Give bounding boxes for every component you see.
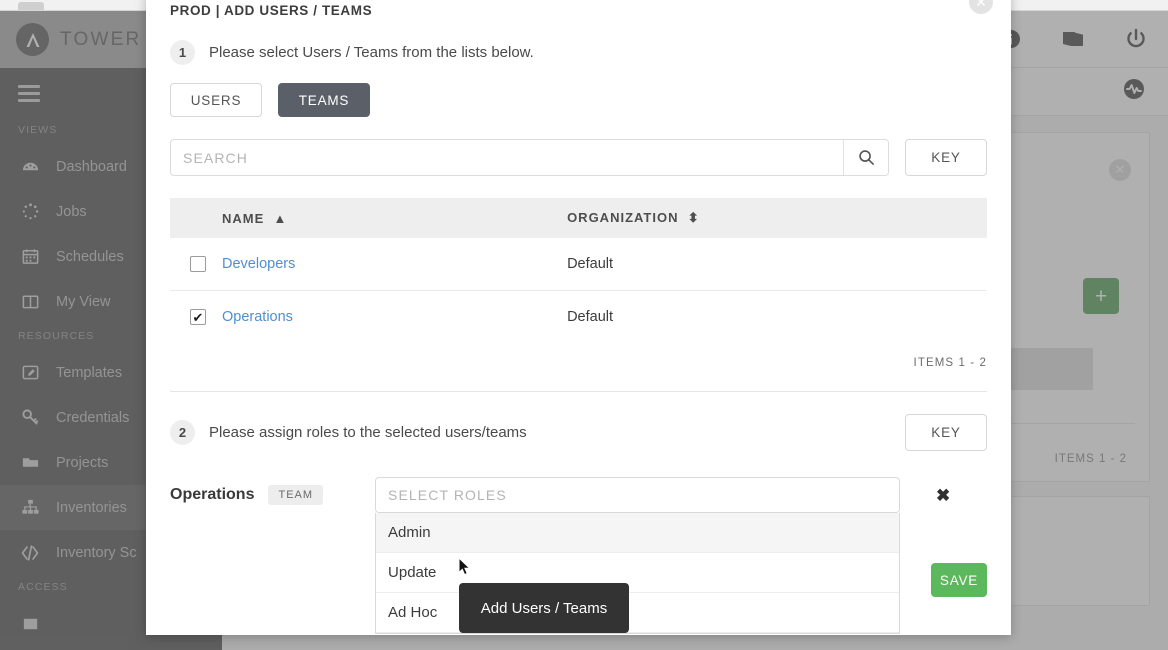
role-assignment-row: Operations TEAM Admin Update Ad Hoc ✖ bbox=[170, 467, 987, 634]
column-header-name-label: NAME bbox=[222, 210, 265, 226]
teams-table: NAME ▲ ORGANIZATION ⬍ Developers Default… bbox=[170, 198, 987, 343]
modal-title: PROD | ADD USERS / TEAMS bbox=[170, 3, 373, 18]
team-link[interactable]: Operations bbox=[222, 309, 293, 325]
step-1-row: 1 Please select Users / Teams from the l… bbox=[170, 18, 987, 83]
step-2-left: 2 Please assign roles to the selected us… bbox=[170, 420, 527, 445]
row-checkbox[interactable] bbox=[190, 309, 206, 325]
search-magnifier-icon[interactable] bbox=[843, 140, 888, 175]
caret-up-icon: ▲ bbox=[268, 210, 288, 226]
roles-option-ad-hoc[interactable]: Ad Hoc bbox=[376, 593, 900, 633]
row-checkbox[interactable] bbox=[190, 256, 206, 272]
column-header-organization-label: ORGANIZATION bbox=[567, 210, 679, 225]
tab-teams[interactable]: TEAMS bbox=[278, 83, 370, 117]
column-header-name[interactable]: NAME ▲ bbox=[170, 198, 568, 238]
step-2-row: 2 Please assign roles to the selected us… bbox=[170, 392, 987, 467]
roles-select-input[interactable] bbox=[375, 477, 901, 513]
row-organization-cell: Default bbox=[567, 309, 614, 325]
row-organization-cell: Default bbox=[567, 238, 987, 291]
step-2-badge: 2 bbox=[170, 420, 195, 445]
table-row[interactable]: Operations Default bbox=[170, 291, 987, 344]
row-name-cell: Operations bbox=[170, 291, 567, 344]
roles-key-button[interactable]: KEY bbox=[905, 414, 987, 451]
step-2-text: Please assign roles to the selected user… bbox=[209, 424, 527, 441]
modal-close-icon[interactable]: ✕ bbox=[969, 0, 993, 14]
table-row[interactable]: Developers Default bbox=[170, 238, 987, 291]
screen-root: TOWER VIEWS Dashboard bbox=[0, 0, 1168, 650]
roles-option-admin[interactable]: Admin bbox=[376, 513, 900, 553]
team-link[interactable]: Developers bbox=[222, 256, 295, 272]
step-1-badge: 1 bbox=[170, 40, 195, 65]
user-team-toggle-group: USERS TEAMS bbox=[170, 83, 987, 117]
search-input[interactable] bbox=[171, 140, 843, 175]
search-row: KEY bbox=[170, 139, 987, 176]
modal-header: PROD | ADD USERS / TEAMS ✕ bbox=[146, 0, 1011, 18]
save-button[interactable]: SAVE bbox=[931, 563, 987, 597]
teams-table-header: NAME ▲ ORGANIZATION ⬍ bbox=[170, 198, 987, 238]
modal-body: 1 Please select Users / Teams from the l… bbox=[146, 18, 1011, 635]
row-name-cell: Developers bbox=[170, 238, 568, 291]
assignee-type-badge: TEAM bbox=[268, 485, 324, 505]
column-header-organization[interactable]: ORGANIZATION ⬍ bbox=[567, 198, 987, 238]
add-users-teams-modal: PROD | ADD USERS / TEAMS ✕ 1 Please sele… bbox=[146, 0, 1011, 635]
search-box bbox=[170, 139, 889, 176]
browser-tab-nub bbox=[18, 2, 44, 10]
roles-dropdown-menu: Admin Update Ad Hoc bbox=[375, 513, 901, 634]
tab-users[interactable]: USERS bbox=[170, 83, 262, 117]
tooltip: Add Users / Teams bbox=[459, 583, 629, 633]
table-items-count: ITEMS 1 - 2 bbox=[913, 357, 987, 369]
table-header-row: NAME ▲ ORGANIZATION ⬍ bbox=[170, 198, 987, 238]
assignee-name: Operations bbox=[170, 486, 255, 503]
mouse-cursor bbox=[455, 556, 475, 587]
search-key-button[interactable]: KEY bbox=[905, 139, 987, 176]
caret-updown-icon: ⬍ bbox=[683, 210, 700, 225]
roles-select-wrapper: Admin Update Ad Hoc bbox=[375, 477, 901, 634]
remove-x-icon[interactable]: ✖ bbox=[936, 487, 950, 504]
teams-table-body: Developers Default Operations Default bbox=[170, 238, 987, 343]
step-1-text: Please select Users / Teams from the lis… bbox=[209, 44, 534, 61]
